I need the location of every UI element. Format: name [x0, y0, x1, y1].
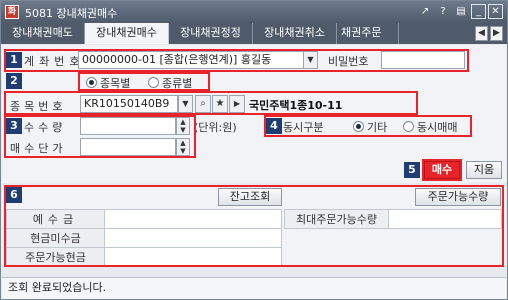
tab-scroll-right-icon[interactable]: ▶ — [490, 26, 503, 41]
deposit-value — [104, 209, 282, 229]
order-window: 화 5081 장내채권매수 ↗ ? ▤ _ ✕ 장내채권매도 장내채권매수 장내… — [0, 0, 508, 300]
radio-by-item[interactable]: 종목별 — [86, 75, 130, 91]
quantity-label: 수수량 — [24, 121, 67, 134]
max-qty-table: 최대주문가능수량 — [284, 209, 502, 229]
pin-icon[interactable]: ↗ — [417, 4, 433, 19]
cash-unpaid-label: 현금미수금 — [6, 228, 105, 248]
max-qty-value — [388, 209, 502, 229]
deposit-label: 예수금 — [6, 209, 105, 229]
simultaneous-label: 동시구분 — [283, 121, 324, 134]
price-input[interactable] — [80, 138, 176, 156]
balance-check-button[interactable]: 잔고조회 — [218, 188, 282, 206]
quantity-stepper[interactable]: ▲ ▼ — [176, 117, 190, 135]
radio-label: 종류별 — [162, 77, 193, 90]
tab-bond-order[interactable]: 채권주문 — [337, 23, 399, 44]
cash-unpaid-value — [104, 228, 282, 248]
radio-label: 동시매매 — [417, 121, 458, 134]
search-icon[interactable]: ⌕ — [195, 95, 211, 113]
marker-4: 4 — [266, 118, 282, 134]
password-field[interactable] — [381, 51, 465, 69]
tab-bond-buy[interactable]: 장내채권매수 — [85, 23, 169, 44]
marker-2: 2 — [6, 73, 22, 89]
quantity-unit: (단위:원) — [194, 121, 237, 134]
password-label: 비밀번호 — [328, 55, 369, 68]
arrow-right-icon[interactable]: ▶ — [229, 95, 245, 113]
item-name: 국민주택1종10-11 — [249, 99, 343, 112]
price-stepper[interactable]: ▲ ▼ — [176, 138, 190, 156]
menu-icon[interactable]: ▤ — [453, 4, 469, 19]
tab-bond-cancel[interactable]: 장내채권취소 — [253, 23, 337, 44]
radio-label: 기타 — [367, 121, 388, 134]
table-row: 현금미수금 — [6, 228, 282, 248]
table-row: 최대주문가능수량 — [284, 209, 502, 229]
item-dropdown-icon[interactable]: ▼ — [178, 95, 193, 113]
balance-panel: 6 잔고조회 주문가능수량 예수금 현금미수금 주문가능현금 최대주문가능수량 — [2, 185, 506, 267]
minimize-icon[interactable]: _ — [471, 4, 486, 19]
account-label: 계좌번호 — [24, 55, 85, 68]
orderable-qty-button[interactable]: 주문가능수량 — [415, 188, 501, 206]
orderable-cash-value — [104, 247, 282, 267]
account-select[interactable]: 00000000-01 [종합(은행연계)] 홍길동 — [78, 51, 304, 69]
status-bar: 조회 완료되었습니다. — [2, 277, 506, 299]
table-row: 예수금 — [6, 209, 282, 229]
marker-3: 3 — [6, 118, 22, 134]
chevron-down-icon[interactable]: ▼ — [303, 51, 318, 69]
title-bar: 화 5081 장내채권매수 ↗ ? ▤ _ ✕ — [1, 1, 507, 23]
order-form: 1 계좌번호 00000000-01 [종합(은행연계)] 홍길동 ▼ 비밀번호… — [2, 45, 506, 183]
window-title: 5081 장내채권매수 — [25, 7, 118, 20]
marker-1: 1 — [6, 52, 22, 68]
clear-button[interactable]: 지움 — [466, 161, 502, 179]
item-label: 종목번호 — [10, 100, 67, 113]
max-qty-label: 최대주문가능수량 — [284, 209, 389, 229]
radio-label: 종목별 — [100, 77, 131, 90]
price-label: 매수단가 — [10, 142, 67, 155]
tab-bond-sell[interactable]: 장내채권매도 — [1, 23, 85, 44]
tab-bar: 장내채권매도 장내채권매수 장내채권정정 장내채권취소 채권주문 ◀ ▶ — [1, 23, 507, 44]
radio-simultaneous[interactable]: 동시매매 — [403, 119, 457, 135]
quantity-input[interactable] — [80, 117, 176, 135]
close-icon[interactable]: ✕ — [488, 4, 503, 19]
table-row: 주문가능현금 — [6, 247, 282, 267]
app-icon: 화 — [5, 5, 19, 19]
radio-dot — [403, 121, 414, 132]
marker-5: 5 — [404, 162, 420, 178]
tab-bond-modify[interactable]: 장내채권정정 — [169, 23, 253, 44]
radio-dot — [353, 121, 364, 132]
orderable-cash-label: 주문가능현금 — [6, 247, 105, 267]
radio-by-type[interactable]: 종류별 — [148, 75, 192, 91]
star-icon[interactable]: ★ — [212, 95, 228, 113]
marker-6: 6 — [6, 187, 22, 203]
radio-dot — [148, 77, 159, 88]
balance-table: 예수금 현금미수금 주문가능현금 — [6, 209, 282, 267]
help-icon[interactable]: ? — [435, 4, 451, 19]
item-code-input[interactable]: KR10150140B9 — [80, 95, 178, 113]
radio-dot — [86, 77, 97, 88]
buy-button[interactable]: 매수 — [424, 161, 460, 179]
tab-scroll-left-icon[interactable]: ◀ — [475, 26, 488, 41]
radio-other[interactable]: 기타 — [353, 119, 387, 135]
